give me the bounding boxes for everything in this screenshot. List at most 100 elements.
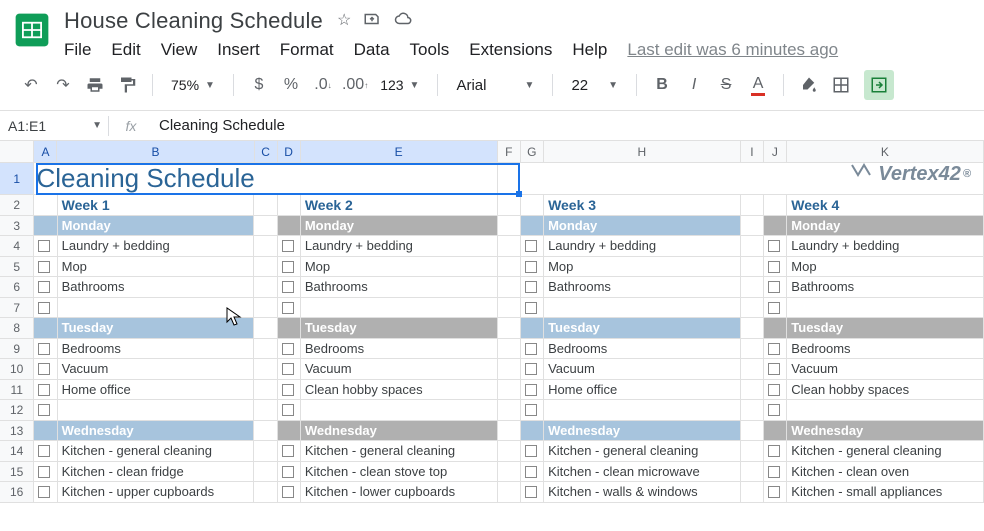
font-size-combo[interactable]: 22▼	[565, 77, 624, 94]
checkbox[interactable]	[282, 384, 294, 396]
cell[interactable]	[741, 482, 764, 503]
day-header[interactable]: Tuesday	[301, 318, 498, 339]
cell[interactable]	[498, 216, 521, 237]
cell[interactable]	[741, 400, 764, 421]
cell[interactable]	[498, 257, 521, 278]
cell[interactable]	[521, 400, 544, 421]
cell[interactable]	[34, 257, 57, 278]
checkbox[interactable]	[38, 343, 50, 355]
task-cell[interactable]: Mop	[544, 257, 741, 278]
checkbox[interactable]	[282, 302, 294, 314]
cell[interactable]	[254, 257, 277, 278]
cell[interactable]	[498, 318, 521, 339]
checkbox[interactable]	[282, 343, 294, 355]
checkbox[interactable]	[768, 302, 780, 314]
task-cell[interactable]: Vacuum	[787, 359, 984, 380]
strike-button[interactable]: S	[713, 72, 739, 98]
cell[interactable]	[498, 462, 521, 483]
checkbox[interactable]	[768, 445, 780, 457]
redo-button[interactable]: ↷	[50, 72, 76, 98]
cell[interactable]	[254, 236, 277, 257]
cell[interactable]	[741, 441, 764, 462]
checkbox[interactable]	[38, 261, 50, 273]
week-label[interactable]: Week 1	[58, 195, 255, 216]
task-cell[interactable]: Vacuum	[58, 359, 255, 380]
task-cell[interactable]: Laundry + bedding	[544, 236, 741, 257]
cell[interactable]	[34, 462, 57, 483]
checkbox[interactable]	[38, 240, 50, 252]
task-cell[interactable]	[58, 400, 255, 421]
cell[interactable]	[254, 277, 277, 298]
checkbox[interactable]	[525, 384, 537, 396]
task-cell[interactable]: Laundry + bedding	[787, 236, 984, 257]
task-cell[interactable]: Vacuum	[301, 359, 498, 380]
task-cell[interactable]: Bathrooms	[544, 277, 741, 298]
day-header[interactable]: Tuesday	[58, 318, 255, 339]
task-cell[interactable]	[301, 400, 498, 421]
cell[interactable]	[34, 441, 57, 462]
checkbox[interactable]	[525, 302, 537, 314]
more-formats-combo[interactable]: 123▼	[374, 77, 425, 93]
cell[interactable]	[34, 277, 57, 298]
checkbox[interactable]	[525, 445, 537, 457]
checkbox[interactable]	[282, 240, 294, 252]
cell[interactable]	[498, 441, 521, 462]
checkbox[interactable]	[38, 404, 50, 416]
cell[interactable]	[764, 441, 787, 462]
col-header[interactable]: D	[278, 141, 301, 162]
decrease-decimals-button[interactable]: .0↓	[310, 72, 336, 98]
cell[interactable]	[764, 380, 787, 401]
task-cell[interactable]: Clean hobby spaces	[301, 380, 498, 401]
cell[interactable]	[764, 257, 787, 278]
row-header[interactable]: 7	[0, 298, 34, 319]
row-header[interactable]: 4	[0, 236, 34, 257]
task-cell[interactable]: Mop	[58, 257, 255, 278]
cell[interactable]	[34, 298, 57, 319]
cell[interactable]	[254, 359, 277, 380]
day-header[interactable]: Wednesday	[787, 421, 984, 442]
cell[interactable]	[741, 359, 764, 380]
star-icon[interactable]: ☆	[337, 10, 351, 33]
zoom-combo[interactable]: 75%▼	[165, 77, 221, 93]
day-header[interactable]: Monday	[544, 216, 741, 237]
cell[interactable]	[521, 359, 544, 380]
task-cell[interactable]: Mop	[787, 257, 984, 278]
col-header[interactable]: J	[764, 141, 787, 162]
task-cell[interactable]	[544, 400, 741, 421]
cell[interactable]	[498, 380, 521, 401]
checkbox[interactable]	[38, 486, 50, 498]
cell[interactable]	[34, 318, 57, 339]
cell[interactable]	[741, 421, 764, 442]
last-edit-link[interactable]: Last edit was 6 minutes ago	[627, 40, 838, 60]
cell[interactable]	[278, 236, 301, 257]
checkbox[interactable]	[38, 281, 50, 293]
cell[interactable]	[254, 318, 277, 339]
col-header[interactable]: F	[498, 141, 521, 162]
cell[interactable]	[521, 298, 544, 319]
checkbox[interactable]	[38, 363, 50, 375]
checkbox[interactable]	[768, 466, 780, 478]
col-header[interactable]: K	[787, 141, 984, 162]
cell[interactable]	[34, 236, 57, 257]
cell[interactable]	[764, 482, 787, 503]
borders-button[interactable]	[828, 72, 854, 98]
cell[interactable]	[764, 339, 787, 360]
task-cell[interactable]: Mop	[301, 257, 498, 278]
row-header[interactable]: 8	[0, 318, 34, 339]
cell[interactable]	[764, 359, 787, 380]
menu-help[interactable]: Help	[572, 40, 607, 60]
cell[interactable]	[498, 339, 521, 360]
week-label[interactable]: Week 3	[544, 195, 741, 216]
cell[interactable]	[278, 298, 301, 319]
cell[interactable]	[498, 195, 521, 216]
task-cell[interactable]: Laundry + bedding	[58, 236, 255, 257]
col-header[interactable]: E	[301, 141, 498, 162]
cell[interactable]	[254, 380, 277, 401]
task-cell[interactable]: Kitchen - general cleaning	[787, 441, 984, 462]
row-header[interactable]: 11	[0, 380, 34, 401]
checkbox[interactable]	[282, 281, 294, 293]
row-header[interactable]: 15	[0, 462, 34, 483]
checkbox[interactable]	[525, 343, 537, 355]
row-header[interactable]: 13	[0, 421, 34, 442]
task-cell[interactable]: Clean hobby spaces	[787, 380, 984, 401]
